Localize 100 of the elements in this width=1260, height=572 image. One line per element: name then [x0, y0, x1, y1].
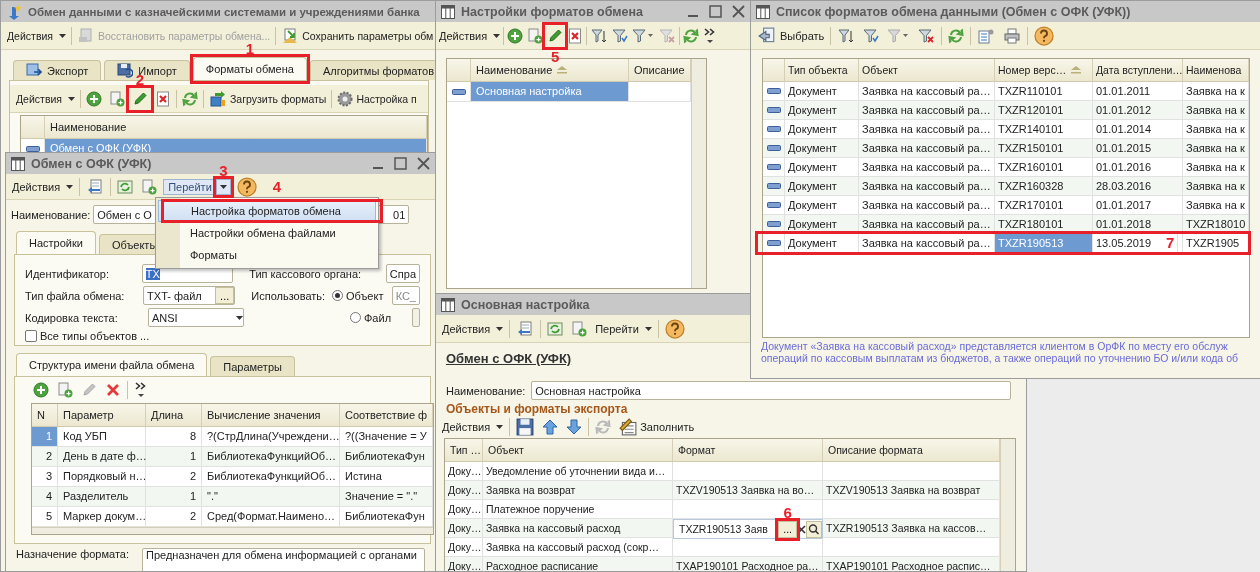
link[interactable]: Обмен с ОФК (УФК)	[446, 351, 572, 366]
column-header[interactable]: N	[32, 404, 58, 426]
field-label: Назначение формата:	[16, 548, 130, 560]
table-cell: Значение = "."	[340, 487, 434, 506]
description-text: операций по кассовым выплатам из бюджетов, а также операций по уточнению БО и/или кода об	[760, 352, 1239, 364]
window-title: Настройки форматов обмена	[461, 4, 643, 19]
table-cell: "."	[202, 487, 340, 506]
menu-button[interactable]: Перейти	[593, 320, 654, 337]
table-cell: БиблиотекаФун	[340, 507, 434, 526]
column-header[interactable]: Формат	[673, 439, 823, 461]
table-cell: Документ	[785, 234, 859, 252]
table-cell: Заявка на кассовый ра…	[859, 82, 995, 100]
menu-button[interactable]: Действия	[14, 90, 77, 107]
table-cell: Заявка на кассовый расход (сокр…	[483, 538, 673, 556]
org-type-field[interactable]: Спра	[385, 264, 420, 283]
table-cell: Документ	[785, 158, 859, 176]
column-header[interactable]: Тип объекта	[785, 59, 859, 81]
table-cell: 3	[32, 467, 58, 486]
table-cell: Документ	[785, 196, 859, 214]
save-params-button[interactable]: Сохранить параметры обм	[279, 25, 436, 46]
object-field[interactable]: КС_	[391, 286, 420, 305]
table-cell: TXZR160328	[995, 177, 1093, 195]
field-label: Наименование:	[11, 208, 91, 221]
checkbox[interactable]: Все типы объектов ...	[25, 330, 150, 342]
table-cell: БиблиотекаФун	[340, 447, 434, 466]
encoding-dropdown[interactable]: ANSI	[148, 308, 244, 327]
table-cell: Заявка на к	[1183, 101, 1250, 119]
column-header[interactable]: Объект	[483, 439, 673, 461]
column-header[interactable]: Длина	[146, 404, 202, 426]
load-formats-button[interactable]: Загрузить форматы	[207, 88, 329, 109]
table-cell: Заявка на к	[1183, 158, 1250, 176]
column-header[interactable]: Параметр	[58, 404, 146, 426]
table-cell: Доку…	[445, 481, 483, 499]
select-button[interactable]: Выбрать	[755, 24, 827, 47]
menu-button[interactable]: Действия	[438, 27, 502, 44]
column-header[interactable]: Номер верс…	[995, 59, 1093, 81]
table-cell: БиблиотекаФункцийОб…	[202, 467, 340, 486]
table-cell: Документ	[785, 177, 859, 195]
tab[interactable]: Структура имени файла обмена	[16, 353, 208, 376]
table-cell: Заявка на возврат	[483, 481, 673, 499]
column-header[interactable]: Тип …	[445, 439, 483, 461]
table-cell: TXZR170101	[995, 196, 1093, 214]
choice-button[interactable]: ...	[215, 287, 235, 304]
fill-button[interactable]: Заполнить	[617, 416, 697, 438]
tab[interactable]: Параметры	[210, 356, 295, 376]
goto-button[interactable]: Перейти	[163, 178, 217, 195]
field-label: Кодировка текста:	[25, 311, 119, 324]
column-header[interactable]: Соответствие ф	[340, 404, 434, 426]
column-header[interactable]: Описание	[629, 59, 691, 81]
table-cell: Доку…	[445, 500, 483, 518]
table-cell: Заявка на к	[1183, 196, 1250, 214]
table-cell: Заявка на кассовый ра…	[859, 158, 995, 176]
column-header[interactable]: Наименова	[1183, 59, 1250, 81]
section-title: Объекты и форматы экспорта	[446, 402, 629, 416]
table-cell: 01.01.2014	[1093, 120, 1183, 138]
purpose-field[interactable]: Предназначен для обмена информацией с органами	[142, 548, 425, 571]
tab[interactable]: Алгоритмы форматов	[309, 60, 437, 80]
table-cell: Заявка на к	[1183, 139, 1250, 157]
table-cell: Разделитель	[58, 487, 146, 506]
tab[interactable]: Экспорт	[13, 60, 102, 80]
table-cell: 01.01.2015	[1093, 139, 1183, 157]
table-cell: ?((Значение = У	[340, 427, 434, 446]
tab[interactable]: Настройки	[16, 231, 96, 254]
table-cell: 2	[146, 467, 202, 486]
table-cell: Заявка на кассовый ра…	[859, 139, 995, 157]
table-cell: Заявка на к	[1183, 120, 1250, 138]
table-cell: Заявка на к	[1183, 82, 1250, 100]
menu-button[interactable]: Действия	[440, 419, 506, 435]
table-cell: 01.01.2011	[1093, 82, 1183, 100]
table-cell: Заявка на кассовый ра…	[859, 177, 995, 195]
name-field[interactable]: Основная настройка	[531, 381, 1012, 400]
step-number: 4	[272, 178, 282, 195]
table-cell: Доку…	[445, 519, 483, 539]
field-label: Тип кассового органа:	[249, 267, 363, 280]
table-cell: 01.01.2018	[1093, 215, 1183, 233]
column-header[interactable]: Объект	[859, 59, 995, 81]
table-cell: TXZR190513	[995, 234, 1093, 252]
table-cell: Доку…	[445, 538, 483, 556]
table-cell: День в дате ф…	[58, 447, 146, 466]
table-cell: TXZR110101	[995, 82, 1093, 100]
column-header[interactable]: Вычисление значения	[202, 404, 340, 426]
file-type-field[interactable]: TXT- файл ...	[143, 286, 236, 305]
radio-button[interactable]: Файл	[350, 311, 406, 324]
radio-button[interactable]: Объект	[332, 289, 386, 302]
table-cell: TXZR150101	[995, 139, 1093, 157]
field-label: Идентификатор:	[25, 267, 111, 280]
menu-button[interactable]: Действия	[440, 320, 506, 337]
table-cell: 2	[146, 507, 202, 526]
cell-value: TXZR190513 Заяв	[679, 522, 769, 537]
table-cell: TXZR18010	[1183, 215, 1250, 233]
settings-button[interactable]: Настройка п	[335, 88, 419, 109]
table-cell: Код УБП	[58, 427, 146, 446]
menu-button[interactable]: Действия	[10, 178, 76, 195]
menu-button[interactable]: Действия	[5, 27, 68, 44]
table-cell: 8	[146, 427, 202, 446]
table-cell: Основная настройка	[471, 82, 629, 101]
table-cell: Заявка на кассовый ра…	[859, 196, 995, 214]
column-header[interactable]: Дата вступлени…	[1093, 59, 1183, 81]
table-cell: TXZR180101	[995, 215, 1093, 233]
table-cell: TXZR140101	[995, 120, 1093, 138]
